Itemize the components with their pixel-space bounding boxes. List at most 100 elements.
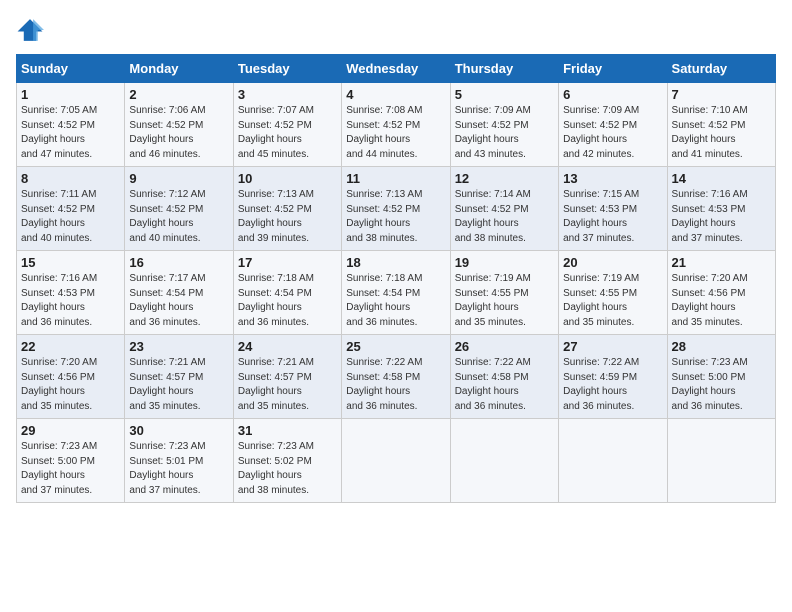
weekday-header-sunday: Sunday (17, 55, 125, 83)
calendar-cell: 29 Sunrise: 7:23 AMSunset: 5:00 PMDaylig… (17, 419, 125, 503)
day-detail: Sunrise: 7:20 AMSunset: 4:56 PMDaylight … (21, 357, 97, 412)
calendar-cell (559, 419, 667, 503)
day-detail: Sunrise: 7:12 AMSunset: 4:52 PMDaylight … (129, 189, 205, 244)
calendar-cell: 28 Sunrise: 7:23 AMSunset: 5:00 PMDaylig… (667, 335, 775, 419)
day-number: 7 (672, 87, 771, 102)
calendar-week-2: 8 Sunrise: 7:11 AMSunset: 4:52 PMDayligh… (17, 167, 776, 251)
weekday-header-monday: Monday (125, 55, 233, 83)
weekday-header-tuesday: Tuesday (233, 55, 341, 83)
calendar-cell: 20 Sunrise: 7:19 AMSunset: 4:55 PMDaylig… (559, 251, 667, 335)
day-number: 10 (238, 171, 337, 186)
day-detail: Sunrise: 7:10 AMSunset: 4:52 PMDaylight … (672, 105, 748, 160)
day-detail: Sunrise: 7:16 AMSunset: 4:53 PMDaylight … (672, 189, 748, 244)
day-detail: Sunrise: 7:22 AMSunset: 4:58 PMDaylight … (346, 357, 422, 412)
day-number: 9 (129, 171, 228, 186)
calendar-cell: 25 Sunrise: 7:22 AMSunset: 4:58 PMDaylig… (342, 335, 450, 419)
calendar-cell (450, 419, 558, 503)
day-detail: Sunrise: 7:16 AMSunset: 4:53 PMDaylight … (21, 273, 97, 328)
day-number: 27 (563, 339, 662, 354)
calendar-cell: 9 Sunrise: 7:12 AMSunset: 4:52 PMDayligh… (125, 167, 233, 251)
day-detail: Sunrise: 7:15 AMSunset: 4:53 PMDaylight … (563, 189, 639, 244)
calendar-week-1: 1 Sunrise: 7:05 AMSunset: 4:52 PMDayligh… (17, 83, 776, 167)
calendar-cell: 26 Sunrise: 7:22 AMSunset: 4:58 PMDaylig… (450, 335, 558, 419)
day-number: 31 (238, 423, 337, 438)
weekday-header-thursday: Thursday (450, 55, 558, 83)
calendar-cell (667, 419, 775, 503)
day-number: 19 (455, 255, 554, 270)
calendar-cell: 30 Sunrise: 7:23 AMSunset: 5:01 PMDaylig… (125, 419, 233, 503)
day-number: 26 (455, 339, 554, 354)
calendar-week-4: 22 Sunrise: 7:20 AMSunset: 4:56 PMDaylig… (17, 335, 776, 419)
calendar-cell: 5 Sunrise: 7:09 AMSunset: 4:52 PMDayligh… (450, 83, 558, 167)
day-detail: Sunrise: 7:07 AMSunset: 4:52 PMDaylight … (238, 105, 314, 160)
day-detail: Sunrise: 7:21 AMSunset: 4:57 PMDaylight … (238, 357, 314, 412)
day-number: 20 (563, 255, 662, 270)
day-number: 13 (563, 171, 662, 186)
day-detail: Sunrise: 7:20 AMSunset: 4:56 PMDaylight … (672, 273, 748, 328)
calendar-cell: 3 Sunrise: 7:07 AMSunset: 4:52 PMDayligh… (233, 83, 341, 167)
calendar-cell: 17 Sunrise: 7:18 AMSunset: 4:54 PMDaylig… (233, 251, 341, 335)
calendar-cell: 2 Sunrise: 7:06 AMSunset: 4:52 PMDayligh… (125, 83, 233, 167)
calendar-cell: 15 Sunrise: 7:16 AMSunset: 4:53 PMDaylig… (17, 251, 125, 335)
calendar-cell: 7 Sunrise: 7:10 AMSunset: 4:52 PMDayligh… (667, 83, 775, 167)
day-detail: Sunrise: 7:09 AMSunset: 4:52 PMDaylight … (455, 105, 531, 160)
calendar-cell: 21 Sunrise: 7:20 AMSunset: 4:56 PMDaylig… (667, 251, 775, 335)
day-number: 28 (672, 339, 771, 354)
calendar-cell: 12 Sunrise: 7:14 AMSunset: 4:52 PMDaylig… (450, 167, 558, 251)
day-detail: Sunrise: 7:22 AMSunset: 4:58 PMDaylight … (455, 357, 531, 412)
calendar-cell: 11 Sunrise: 7:13 AMSunset: 4:52 PMDaylig… (342, 167, 450, 251)
day-number: 17 (238, 255, 337, 270)
calendar-week-5: 29 Sunrise: 7:23 AMSunset: 5:00 PMDaylig… (17, 419, 776, 503)
day-detail: Sunrise: 7:22 AMSunset: 4:59 PMDaylight … (563, 357, 639, 412)
calendar-cell: 1 Sunrise: 7:05 AMSunset: 4:52 PMDayligh… (17, 83, 125, 167)
calendar-cell: 19 Sunrise: 7:19 AMSunset: 4:55 PMDaylig… (450, 251, 558, 335)
day-number: 8 (21, 171, 120, 186)
day-number: 23 (129, 339, 228, 354)
day-detail: Sunrise: 7:21 AMSunset: 4:57 PMDaylight … (129, 357, 205, 412)
calendar-cell: 16 Sunrise: 7:17 AMSunset: 4:54 PMDaylig… (125, 251, 233, 335)
day-detail: Sunrise: 7:18 AMSunset: 4:54 PMDaylight … (346, 273, 422, 328)
day-number: 15 (21, 255, 120, 270)
weekday-header-wednesday: Wednesday (342, 55, 450, 83)
calendar-cell: 14 Sunrise: 7:16 AMSunset: 4:53 PMDaylig… (667, 167, 775, 251)
day-number: 12 (455, 171, 554, 186)
calendar-cell: 27 Sunrise: 7:22 AMSunset: 4:59 PMDaylig… (559, 335, 667, 419)
day-detail: Sunrise: 7:09 AMSunset: 4:52 PMDaylight … (563, 105, 639, 160)
day-detail: Sunrise: 7:05 AMSunset: 4:52 PMDaylight … (21, 105, 97, 160)
day-detail: Sunrise: 7:11 AMSunset: 4:52 PMDaylight … (21, 189, 96, 244)
day-number: 6 (563, 87, 662, 102)
calendar-cell: 6 Sunrise: 7:09 AMSunset: 4:52 PMDayligh… (559, 83, 667, 167)
page: SundayMondayTuesdayWednesdayThursdayFrid… (0, 0, 792, 511)
day-number: 3 (238, 87, 337, 102)
calendar-cell: 13 Sunrise: 7:15 AMSunset: 4:53 PMDaylig… (559, 167, 667, 251)
weekday-header-row: SundayMondayTuesdayWednesdayThursdayFrid… (17, 55, 776, 83)
day-detail: Sunrise: 7:13 AMSunset: 4:52 PMDaylight … (346, 189, 422, 244)
calendar-week-3: 15 Sunrise: 7:16 AMSunset: 4:53 PMDaylig… (17, 251, 776, 335)
day-number: 18 (346, 255, 445, 270)
calendar-cell: 10 Sunrise: 7:13 AMSunset: 4:52 PMDaylig… (233, 167, 341, 251)
calendar-table: SundayMondayTuesdayWednesdayThursdayFrid… (16, 54, 776, 503)
day-number: 22 (21, 339, 120, 354)
day-number: 25 (346, 339, 445, 354)
day-number: 5 (455, 87, 554, 102)
logo-icon (16, 16, 44, 44)
day-detail: Sunrise: 7:23 AMSunset: 5:00 PMDaylight … (21, 441, 97, 496)
calendar-cell: 8 Sunrise: 7:11 AMSunset: 4:52 PMDayligh… (17, 167, 125, 251)
day-detail: Sunrise: 7:23 AMSunset: 5:01 PMDaylight … (129, 441, 205, 496)
day-detail: Sunrise: 7:13 AMSunset: 4:52 PMDaylight … (238, 189, 314, 244)
day-detail: Sunrise: 7:23 AMSunset: 5:02 PMDaylight … (238, 441, 314, 496)
day-number: 2 (129, 87, 228, 102)
day-detail: Sunrise: 7:08 AMSunset: 4:52 PMDaylight … (346, 105, 422, 160)
weekday-header-friday: Friday (559, 55, 667, 83)
calendar-cell (342, 419, 450, 503)
calendar-cell: 18 Sunrise: 7:18 AMSunset: 4:54 PMDaylig… (342, 251, 450, 335)
day-detail: Sunrise: 7:14 AMSunset: 4:52 PMDaylight … (455, 189, 531, 244)
day-number: 11 (346, 171, 445, 186)
day-number: 1 (21, 87, 120, 102)
day-detail: Sunrise: 7:18 AMSunset: 4:54 PMDaylight … (238, 273, 314, 328)
calendar-cell: 22 Sunrise: 7:20 AMSunset: 4:56 PMDaylig… (17, 335, 125, 419)
day-detail: Sunrise: 7:23 AMSunset: 5:00 PMDaylight … (672, 357, 748, 412)
day-number: 16 (129, 255, 228, 270)
calendar-cell: 31 Sunrise: 7:23 AMSunset: 5:02 PMDaylig… (233, 419, 341, 503)
day-number: 30 (129, 423, 228, 438)
